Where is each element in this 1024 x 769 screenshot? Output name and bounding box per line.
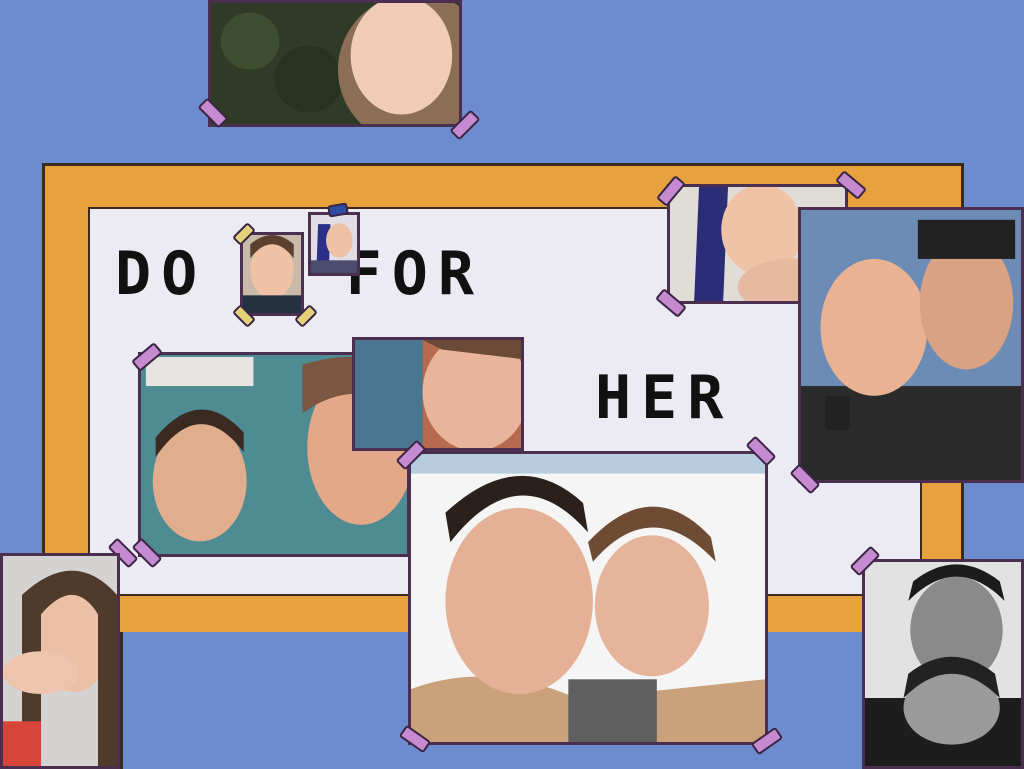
photo-girl-hand-left [0, 553, 120, 769]
photo-girl-half-face [352, 337, 524, 451]
sign-line-2: HER [595, 363, 734, 433]
photo-girl-small-2 [308, 212, 360, 276]
photo-couple-hug-watch [798, 207, 1024, 483]
photo-couple-selfie-center [408, 451, 768, 745]
photo-girl-small-1 [240, 232, 304, 316]
photo-girl-top [208, 0, 462, 127]
photo-couple-bw [862, 559, 1024, 769]
